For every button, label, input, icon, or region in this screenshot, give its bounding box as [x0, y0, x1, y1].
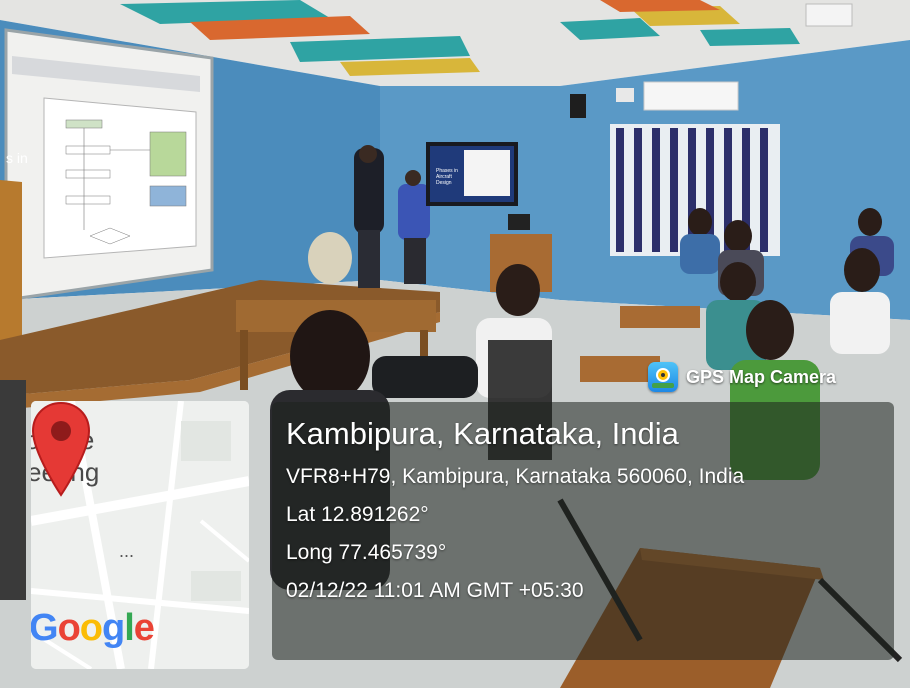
student-presenter-figure: [398, 184, 430, 240]
location-address: VFR8+H79, Kambipura, Karnataka 560060, I…: [286, 465, 745, 488]
gps-map-camera-icon: [648, 362, 678, 392]
flowchart-box: [65, 119, 103, 129]
air-conditioner: [643, 81, 739, 111]
map-pin-icon: [31, 401, 91, 497]
student-presenter-legs: [404, 238, 426, 284]
flowchart-box: [65, 169, 111, 179]
presenter-head: [359, 145, 377, 163]
gps-map-camera-badge: GPS Map Camera: [648, 360, 836, 394]
latitude-text: Lat 12.891262°: [286, 503, 429, 526]
plastic-chair: [308, 232, 352, 284]
datetime-text: 02/12/22 11:01 AM GMT +05:30: [286, 579, 584, 602]
map-ellipsis: ...: [119, 541, 135, 561]
table-leg: [420, 330, 428, 360]
location-title: Kambipura, Karnataka, India: [286, 416, 679, 451]
student-presenter-head: [405, 170, 421, 186]
presenter-legs: [358, 230, 380, 288]
tv-slide-content: [464, 150, 510, 196]
screen-edge-text: s in: [6, 150, 28, 166]
badge-label: GPS Map Camera: [686, 366, 837, 387]
flowchart-box: [149, 185, 187, 207]
projector-unit: [805, 3, 853, 27]
table-leg: [240, 330, 248, 390]
ceiling-tile: [700, 28, 800, 46]
tv-slide-title: Phases in Aircraft Design: [436, 168, 458, 186]
ceiling-tile: [600, 0, 720, 12]
flowchart-box: [65, 195, 111, 205]
location-info-text: Kambipura, Karnataka, India VFR8+H79, Ka…: [286, 414, 744, 604]
longitude-text: Long 77.465739°: [286, 541, 447, 564]
laptop: [508, 214, 530, 230]
wall-switch: [616, 88, 634, 102]
flowchart-box: [65, 145, 111, 155]
flowchart-box: [149, 131, 187, 177]
map-thumbnail: ollege eering ... Google: [31, 401, 249, 669]
google-logo: Google: [31, 607, 155, 649]
wall-speaker: [570, 94, 586, 118]
